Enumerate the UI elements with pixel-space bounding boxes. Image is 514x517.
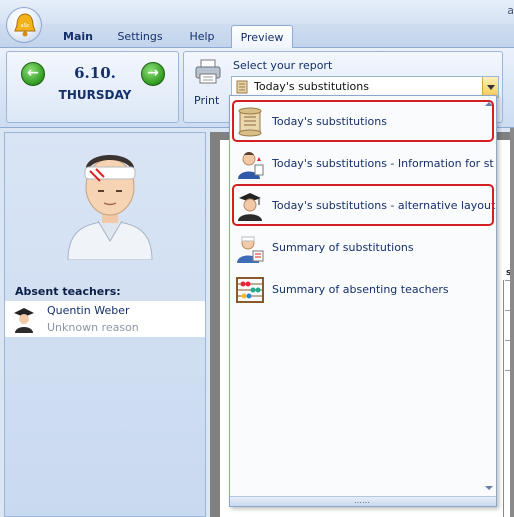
scroll-down-icon[interactable] [484,484,494,492]
report-option-label: Summary of substitutions [272,241,414,254]
app-logo-text: aSc [21,23,30,29]
absence-reason: Unknown reason [47,321,139,334]
next-day-button[interactable]: → [141,62,165,86]
report-select-value: Today's substitutions [254,80,369,93]
printer-icon [195,59,221,84]
tab-main[interactable]: Main [56,27,100,48]
date-navigation-group: ← 6.10. THURSDAY → [6,51,179,123]
absent-teachers-pane: Absent teachers: Quentin Weber Unknown r… [4,132,206,517]
tab-help[interactable]: Help [182,27,222,48]
scroll-document-icon [236,80,248,94]
previous-day-button[interactable]: ← [21,62,45,86]
tab-settings[interactable]: Settings [112,27,168,48]
arrow-left-icon: ← [27,65,39,81]
grip-dots-icon: …… [354,496,370,505]
print-label: Print [194,94,220,107]
absent-teachers-label: Absent teachers: [15,285,121,298]
report-dropdown-list: Today's substitutions Today's substituti… [229,95,497,507]
absent-teacher-row[interactable]: Quentin Weber Unknown reason [5,301,205,337]
current-date: 6.10. [74,64,116,82]
report-option-information[interactable]: Today's substitutions - Information for … [230,144,496,184]
highlight-frame [232,184,494,226]
abacus-icon [236,277,264,303]
report-select-label: Select your report [233,59,333,72]
tab-preview[interactable]: Preview [231,25,293,49]
arrow-right-icon: → [147,65,159,81]
report-option-label: Summary of absenting teachers [272,283,449,296]
bell-icon: aSc [14,13,36,37]
chevron-down-icon[interactable] [482,77,498,97]
teacher-summary-icon [237,236,264,263]
injured-teacher-avatar [67,155,153,260]
window-title: a [507,4,514,17]
app-menu-button[interactable]: aSc [6,7,42,43]
teacher-name: Quentin Weber [47,304,130,317]
report-option-absenting-teachers[interactable]: Summary of absenting teachers [230,270,496,310]
preview-table-border [503,280,504,517]
report-option-summary[interactable]: Summary of substitutions [230,228,496,268]
teacher-info-icon [238,152,264,179]
dropdown-resize-grip[interactable]: …… [230,496,496,506]
title-bar: a [0,0,514,24]
preview-scrollbar[interactable] [510,128,514,517]
current-weekday: THURSDAY [58,88,132,102]
report-option-label: Today's substitutions - Information for … [272,157,494,170]
graduate-teacher-icon [14,308,34,333]
highlight-frame [232,100,494,142]
